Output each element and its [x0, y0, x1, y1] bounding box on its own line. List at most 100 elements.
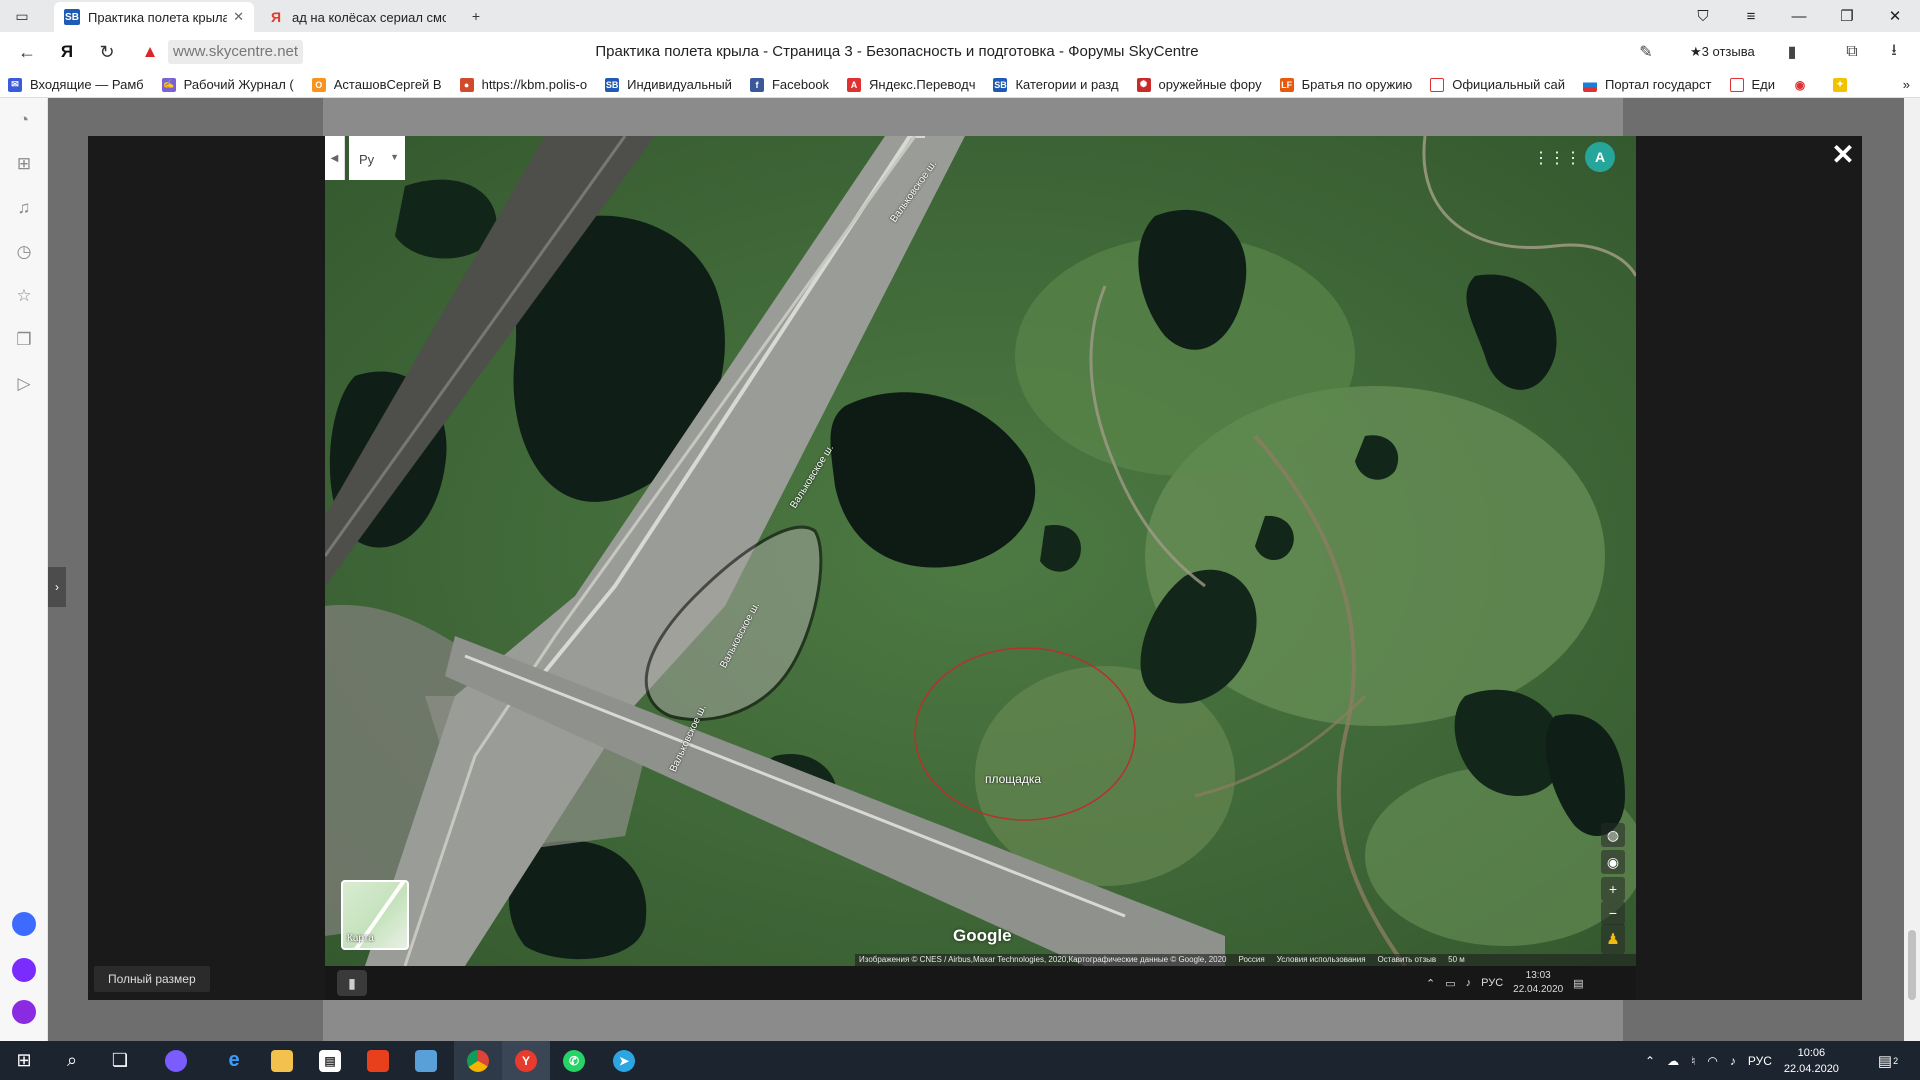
forum-icon: ✺: [1136, 77, 1151, 92]
tray-chevron-icon[interactable]: ⌃: [1645, 1054, 1655, 1068]
bookmark-manager-icon[interactable]: ⛉: [1680, 0, 1726, 32]
clock[interactable]: 10:06 22.04.2020: [1784, 1045, 1839, 1077]
whatsapp-icon[interactable]: ✆: [550, 1041, 598, 1080]
wifi-icon[interactable]: ◠: [1707, 1054, 1717, 1068]
task-view-icon[interactable]: ❏: [96, 1041, 144, 1080]
bookmark-item[interactable]: А Яндекс.Переводч: [847, 77, 975, 92]
bookmark-item[interactable]: О АсташовСергей В: [311, 77, 442, 92]
telegram-app: ➤: [613, 1049, 635, 1072]
restore-icon[interactable]: ❐: [1824, 0, 1870, 32]
tab-title: Практика полета крыла: [88, 9, 228, 25]
close-window-icon[interactable]: ✕: [1872, 0, 1918, 32]
alice-taskbar-icon[interactable]: [152, 1041, 200, 1080]
satellite-map[interactable]: Вальковское ш. Вальковское ш. Вальковско…: [325, 136, 1636, 966]
file-explorer-icon[interactable]: [258, 1041, 306, 1080]
map-attribution: Изображения © CNES / Airbus,Maxar Techno…: [855, 954, 1636, 966]
assistant-icon[interactable]: [12, 1000, 36, 1024]
sb-icon: SB: [605, 77, 620, 92]
bookmark-item[interactable]: LF Братья по оружию: [1279, 77, 1412, 92]
back-icon[interactable]: ←: [14, 40, 40, 64]
store-icon[interactable]: ▤: [306, 1041, 354, 1080]
map-language-value: Ру: [359, 152, 375, 167]
street-view-pegman-icon[interactable]: ♟: [1601, 924, 1625, 954]
office-icon[interactable]: [354, 1041, 402, 1080]
tab-series[interactable]: Я ад на колёсах сериал смот: [258, 2, 456, 32]
page-title: Практика полета крыла - Страница 3 - Без…: [595, 43, 1199, 60]
landing-site-label: площадка: [985, 772, 1042, 786]
side-panel-expand-icon[interactable]: ›: [48, 567, 66, 607]
reader-mode-icon[interactable]: ✎: [1634, 40, 1658, 64]
profile-icon[interactable]: ◔: [12, 108, 36, 132]
yandex-icon[interactable]: Я: [54, 40, 80, 64]
reviews-badge[interactable]: ★3 отзыва: [1690, 40, 1755, 64]
messenger-icon[interactable]: [12, 958, 36, 982]
tabs-menu-icon[interactable]: ▭: [8, 6, 36, 26]
bookmark-item[interactable]: SB Категории и разд: [993, 77, 1119, 92]
screenshot-bookmark-icon: ▮: [337, 970, 367, 996]
yandex-favicon-icon: Я: [270, 9, 282, 25]
new-tab-icon[interactable]: +: [462, 6, 490, 26]
bookmark-item[interactable]: ✺ оружейные фору: [1136, 77, 1262, 92]
map-language-select[interactable]: Ру ▼: [349, 136, 405, 180]
map-layer-toggle[interactable]: Карта: [341, 880, 409, 950]
bookmark-item[interactable]: Портал государст: [1582, 77, 1712, 92]
reload-icon[interactable]: ↻: [94, 40, 120, 64]
zoom-in-button[interactable]: +: [1601, 877, 1625, 901]
tab-close-icon[interactable]: ✕: [233, 9, 244, 25]
services-grid-icon[interactable]: ⊞: [12, 152, 36, 176]
collections-icon[interactable]: ❒: [12, 328, 36, 352]
input-language[interactable]: РУС: [1748, 1054, 1772, 1068]
bookmark-icon[interactable]: ▮: [1780, 40, 1804, 64]
bookmarks-overflow-icon[interactable]: »: [1903, 77, 1910, 92]
edge-icon[interactable]: e: [210, 1041, 258, 1080]
bookmark-item[interactable]: ✦: [1833, 77, 1855, 92]
app-icon[interactable]: [402, 1041, 450, 1080]
bookmark-item[interactable]: f Facebook: [749, 77, 829, 92]
tab-practice[interactable]: SB Практика полета крыла ✕: [54, 2, 254, 32]
lf-icon: LF: [1279, 77, 1294, 92]
app: [415, 1049, 437, 1072]
avatar[interactable]: A: [1585, 142, 1615, 172]
history-icon[interactable]: ◷: [12, 240, 36, 264]
google-apps-icon[interactable]: ⋮⋮⋮: [1533, 146, 1581, 170]
start-icon[interactable]: ⊞: [0, 1041, 48, 1080]
alice-icon[interactable]: [12, 912, 36, 936]
my-location-icon[interactable]: ◉: [1601, 850, 1625, 874]
action-center-icon[interactable]: ▤ 2: [1876, 1049, 1900, 1073]
notifications-icon[interactable]: ♫: [12, 196, 36, 220]
bookmark-item[interactable]: SB Индивидуальный: [605, 77, 732, 92]
bookmark-item[interactable]: Еди: [1729, 77, 1775, 92]
volume-icon[interactable]: ♪: [1730, 1054, 1736, 1068]
attribution-country[interactable]: Россия: [1239, 954, 1265, 966]
search-icon[interactable]: ⌕: [48, 1041, 96, 1080]
microphone-icon[interactable]: ♮: [1691, 1054, 1695, 1068]
bookmark-item[interactable]: ✍ Рабочий Журнал (: [161, 77, 294, 92]
bookmark-item[interactable]: ✉ Входящие — Рамб: [8, 77, 144, 92]
lightbox-close-button[interactable]: ✕: [1828, 140, 1858, 170]
scale-label[interactable]: 50 м: [1448, 954, 1465, 966]
full-size-button[interactable]: Полный размер: [94, 966, 210, 992]
terms-link[interactable]: Условия использования: [1277, 954, 1366, 966]
downloads-icon[interactable]: ⭳: [1882, 40, 1906, 64]
favorites-icon[interactable]: ☆: [12, 284, 36, 308]
bookmark-item[interactable]: Официальный сай: [1430, 77, 1565, 92]
extensions-icon[interactable]: ⧉: [1840, 40, 1864, 64]
bookmark-item[interactable]: ◉: [1793, 77, 1815, 92]
onedrive-icon[interactable]: ☁: [1667, 1054, 1679, 1068]
bookmark-item[interactable]: ● https://kbm.polis-o: [459, 77, 587, 92]
minimize-icon[interactable]: —: [1776, 0, 1822, 32]
mail-icon: ✉: [8, 77, 22, 92]
chrome-icon[interactable]: [454, 1041, 502, 1080]
page-scrollbar[interactable]: [1904, 98, 1920, 1041]
scrollbar-thumb[interactable]: [1908, 930, 1916, 1000]
browser-menu-icon[interactable]: ≡: [1728, 0, 1774, 32]
telegram-icon[interactable]: ➤: [600, 1041, 648, 1080]
zoom-out-button[interactable]: −: [1601, 901, 1625, 925]
video-icon[interactable]: ▷: [12, 372, 36, 396]
url-field[interactable]: ▲ www.skycentre.net Практика полета крыл…: [138, 39, 1656, 65]
feedback-link[interactable]: Оставить отзыв: [1378, 954, 1437, 966]
screenshot-date: 22.04.2020: [1513, 984, 1564, 995]
globe-view-icon[interactable]: ◍: [1601, 823, 1625, 847]
yandex-browser-icon[interactable]: Y: [502, 1041, 550, 1080]
map-collapse-icon[interactable]: ◀: [325, 136, 345, 180]
